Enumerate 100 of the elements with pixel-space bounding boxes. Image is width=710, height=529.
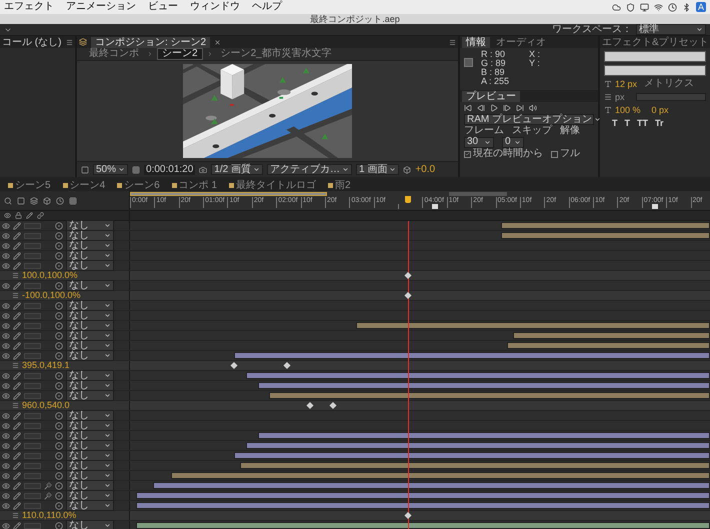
- layer-duration-bar[interactable]: [153, 482, 710, 489]
- parent-dropdown[interactable]: なし: [66, 250, 114, 261]
- close-icon[interactable]: [214, 38, 222, 46]
- eye-icon[interactable]: [2, 262, 10, 270]
- view-layout-dropdown[interactable]: 1 画面: [356, 164, 400, 175]
- pencil-icon[interactable]: [13, 352, 21, 360]
- pencil-icon[interactable]: [13, 422, 21, 430]
- pencil-icon[interactable]: [13, 232, 21, 240]
- pencil-icon[interactable]: [13, 222, 21, 230]
- pencil-icon[interactable]: [13, 312, 21, 320]
- cube-icon[interactable]: [43, 196, 51, 204]
- parent-dropdown[interactable]: なし: [66, 430, 114, 441]
- panel-tab[interactable]: オーディオ: [492, 36, 550, 48]
- parent-dropdown[interactable]: なし: [66, 390, 114, 401]
- font-family-field[interactable]: [604, 51, 706, 62]
- parent-dropdown[interactable]: なし: [66, 340, 114, 351]
- layer-duration-bar[interactable]: [240, 462, 710, 469]
- eye-icon[interactable]: [2, 392, 10, 400]
- layer-duration-bar[interactable]: [507, 342, 710, 349]
- layer-duration-bar[interactable]: [269, 392, 710, 399]
- parent-dropdown[interactable]: なし: [66, 220, 114, 231]
- property-value[interactable]: 110.0,110.0%: [22, 511, 76, 520]
- menu-item[interactable]: アニメーション: [66, 1, 136, 13]
- pick-whip-icon[interactable]: [55, 282, 63, 290]
- square-icon[interactable]: [17, 196, 25, 204]
- bluetooth-icon[interactable]: [682, 2, 691, 12]
- eye-icon[interactable]: [2, 232, 10, 240]
- pencil-icon[interactable]: [13, 342, 21, 350]
- panel-tab[interactable]: エフェクト&プリセット: [602, 36, 709, 48]
- pencil-icon[interactable]: [13, 322, 21, 330]
- parent-dropdown[interactable]: なし: [66, 460, 114, 471]
- effect-wand-icon[interactable]: [44, 482, 52, 490]
- pencil-icon[interactable]: [13, 442, 21, 450]
- layer-duration-bar[interactable]: [258, 432, 710, 439]
- font-size-value[interactable]: 12 px: [615, 79, 638, 89]
- composition-tab[interactable]: シーン6: [113, 180, 164, 190]
- menu-item[interactable]: ヘルプ: [252, 1, 282, 13]
- first-frame-icon[interactable]: [464, 104, 472, 112]
- breadcrumb[interactable]: シーン2: [157, 48, 203, 60]
- scale-value[interactable]: 100 %: [615, 105, 641, 115]
- parent-dropdown[interactable]: なし: [66, 380, 114, 391]
- eye-icon[interactable]: [2, 442, 10, 450]
- breadcrumb[interactable]: 最終コンポ: [85, 49, 143, 59]
- pencil-icon[interactable]: [13, 492, 21, 500]
- zoom-dropdown[interactable]: 50%: [93, 164, 128, 175]
- parent-dropdown[interactable]: なし: [66, 350, 114, 361]
- panel-tab[interactable]: プレビュー: [462, 90, 520, 102]
- pencil-icon[interactable]: [13, 242, 21, 250]
- keyframe-icon[interactable]: [306, 402, 314, 410]
- composition-tab[interactable]: シーン4: [58, 180, 110, 190]
- speaker-icon[interactable]: [529, 104, 537, 112]
- layer-duration-bar[interactable]: [136, 492, 710, 499]
- parent-dropdown[interactable]: なし: [66, 260, 114, 271]
- eye-icon[interactable]: [2, 502, 10, 510]
- layer-duration-bar[interactable]: [246, 442, 710, 449]
- text-style-toggle[interactable]: T: [612, 118, 618, 128]
- menu-item[interactable]: ビュー: [148, 1, 178, 13]
- keyframe-icon[interactable]: [329, 402, 337, 410]
- pencil-icon[interactable]: [13, 252, 21, 260]
- eye-icon[interactable]: [2, 522, 10, 529]
- pencil-icon[interactable]: [13, 412, 21, 420]
- search-icon[interactable]: [4, 196, 12, 204]
- menu-item[interactable]: エフェクト: [4, 1, 54, 13]
- keyframe-icon[interactable]: [283, 362, 290, 370]
- keyframe-icon[interactable]: [404, 512, 412, 520]
- pencil-icon[interactable]: [13, 452, 21, 460]
- composition-tab[interactable]: シーン5: [4, 180, 55, 190]
- input-mode-indicator[interactable]: A: [696, 2, 706, 12]
- eye-icon[interactable]: [2, 302, 10, 310]
- parent-dropdown[interactable]: なし: [66, 520, 114, 529]
- pencil-icon[interactable]: [13, 432, 21, 440]
- parent-dropdown[interactable]: なし: [66, 280, 114, 291]
- grid-icon[interactable]: [69, 196, 77, 204]
- keyframe-icon[interactable]: [404, 292, 412, 300]
- breadcrumb[interactable]: シーン2_都市災害水文字: [216, 49, 336, 59]
- parent-dropdown[interactable]: なし: [66, 500, 114, 511]
- layer-duration-bar[interactable]: [234, 452, 710, 459]
- frame-rate-dropdown[interactable]: 30: [464, 136, 494, 148]
- parent-dropdown[interactable]: なし: [66, 320, 114, 331]
- pick-whip-icon[interactable]: [55, 522, 63, 529]
- eye-icon[interactable]: [2, 452, 10, 460]
- exposure-value[interactable]: +0.0: [415, 164, 436, 174]
- layer-duration-bar[interactable]: [234, 352, 710, 359]
- eye-icon[interactable]: [2, 322, 10, 330]
- shield-icon[interactable]: [626, 2, 635, 12]
- playhead-handle[interactable]: [405, 196, 412, 203]
- pencil-icon[interactable]: [13, 372, 21, 380]
- wifi-icon[interactable]: [654, 2, 663, 12]
- parent-dropdown[interactable]: なし: [66, 480, 114, 491]
- tracking-field[interactable]: [636, 93, 706, 101]
- text-style-toggle[interactable]: TT: [637, 118, 648, 128]
- eye-icon[interactable]: [2, 472, 10, 480]
- text-style-toggle[interactable]: Tr: [655, 118, 664, 128]
- grid-icon[interactable]: [132, 166, 140, 174]
- parent-dropdown[interactable]: なし: [66, 330, 114, 341]
- monitor-icon[interactable]: [640, 2, 649, 12]
- composition-tab[interactable]: 雨2: [324, 180, 355, 190]
- pencil-icon[interactable]: [13, 302, 21, 310]
- pencil-icon[interactable]: [13, 522, 21, 529]
- last-frame-icon[interactable]: [516, 104, 524, 112]
